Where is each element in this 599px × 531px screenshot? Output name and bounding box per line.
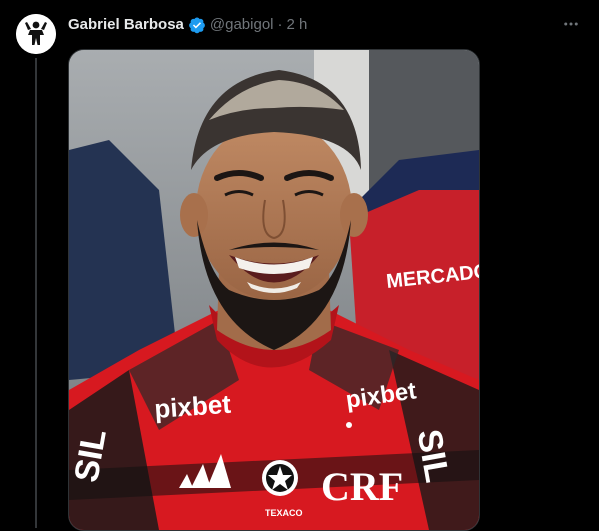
jersey-sponsor-left: pixbet bbox=[153, 389, 232, 424]
silhouette-avatar-icon bbox=[16, 14, 56, 54]
thread-line bbox=[35, 58, 37, 528]
author-name[interactable]: Gabriel Barbosa bbox=[68, 15, 184, 35]
tweet-header: Gabriel Barbosa @gabigol · 2 h bbox=[68, 15, 307, 35]
verified-badge-icon bbox=[188, 16, 206, 34]
tweet-media-image[interactable]: MERCADO LIVRE bbox=[68, 49, 480, 531]
timestamp[interactable]: 2 h bbox=[287, 15, 308, 35]
sponsor-badge-text: TEXACO bbox=[265, 508, 303, 518]
photo-illustration: MERCADO LIVRE bbox=[69, 50, 479, 530]
separator-dot: · bbox=[277, 16, 283, 33]
more-horizontal-icon[interactable] bbox=[561, 14, 581, 34]
avatar[interactable] bbox=[16, 14, 56, 54]
author-handle[interactable]: @gabigol bbox=[210, 15, 274, 35]
crest-letters: CRF bbox=[321, 464, 403, 509]
